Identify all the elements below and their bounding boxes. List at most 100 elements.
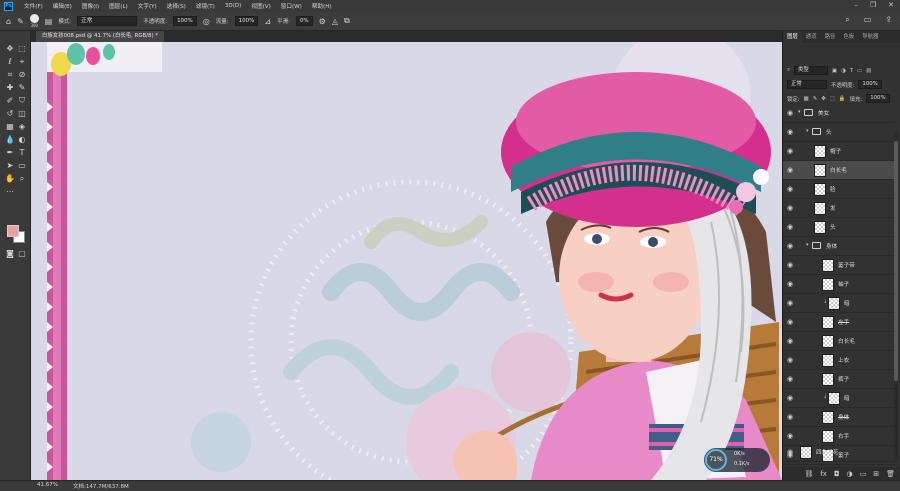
layer-row[interactable]: ◉ ▾ 头 bbox=[783, 123, 895, 142]
filter-shape-icon[interactable]: ▭ bbox=[857, 68, 862, 74]
opacity-pressure-icon[interactable]: ◎ bbox=[203, 17, 210, 26]
smoothing-input[interactable]: 0% bbox=[295, 16, 313, 26]
shape-tool-icon[interactable]: ▭ bbox=[17, 161, 27, 171]
more-tools-icon[interactable]: ⋯ bbox=[5, 187, 15, 197]
chevron-down-icon[interactable]: ▾ bbox=[806, 128, 809, 134]
eraser-tool-icon[interactable]: ◫ bbox=[17, 109, 27, 119]
flow-input[interactable]: 100% bbox=[234, 16, 259, 26]
foreground-color-swatch[interactable] bbox=[7, 225, 19, 237]
home-icon[interactable]: ⌂ bbox=[6, 17, 11, 26]
eyedropper-tool-icon[interactable]: ⊘ bbox=[17, 70, 27, 80]
layer-row[interactable]: ◉ 头 bbox=[783, 218, 895, 237]
minimize-icon[interactable]: – bbox=[854, 1, 858, 9]
lasso-tool-icon[interactable]: ℓ bbox=[5, 57, 15, 67]
layer-row[interactable]: ◉ 发 bbox=[783, 199, 895, 218]
layer-row-selected[interactable]: ◉ 白长毛 bbox=[783, 161, 895, 180]
fx-icon[interactable]: fx bbox=[820, 470, 827, 478]
visibility-eye-icon[interactable]: ◉ bbox=[787, 128, 793, 136]
brush-tool-icon[interactable]: ✎ bbox=[17, 83, 27, 93]
filter-smart-icon[interactable]: ▤ bbox=[866, 68, 871, 74]
layer-row[interactable]: ◉ 身体 bbox=[783, 408, 895, 427]
visibility-eye-icon[interactable]: ◉ bbox=[787, 223, 793, 231]
visibility-eye-icon[interactable]: ◉ bbox=[787, 166, 793, 174]
new-layer-icon[interactable]: ⊞ bbox=[873, 470, 879, 478]
fill-input[interactable]: 100% bbox=[866, 94, 890, 103]
layers-scrollbar[interactable] bbox=[894, 131, 898, 461]
clone-stamp-tool-icon[interactable]: ⛉ bbox=[17, 96, 27, 106]
menu-window[interactable]: 窗口(W) bbox=[276, 2, 307, 10]
menu-type[interactable]: 文字(Y) bbox=[133, 2, 162, 10]
hand-tool-icon[interactable]: ✋ bbox=[5, 174, 15, 184]
visibility-eye-icon[interactable]: ◉ bbox=[787, 356, 793, 364]
maximize-icon[interactable]: ❐ bbox=[870, 1, 876, 9]
screen-mode-icon[interactable]: ▢ bbox=[17, 249, 27, 259]
mixer-brush-tool-icon[interactable]: ✐ bbox=[5, 96, 15, 106]
visibility-eye-icon[interactable]: ◉ bbox=[787, 185, 793, 193]
chevron-down-icon[interactable]: ▾ bbox=[798, 109, 801, 115]
layer-row[interactable]: ◉ 篓子带 bbox=[783, 256, 895, 275]
visibility-eye-icon[interactable]: ◉ bbox=[787, 204, 793, 212]
layer-row[interactable]: ◉ 左手 bbox=[783, 313, 895, 332]
filter-type-icon[interactable]: T bbox=[850, 68, 853, 74]
brush-settings-icon[interactable]: ▤ bbox=[45, 17, 53, 26]
layer-row[interactable]: ◉ ▾ 身体 bbox=[783, 237, 895, 256]
filter-adjust-icon[interactable]: ◑ bbox=[841, 68, 846, 74]
layer-row[interactable]: ◉ 帽子 bbox=[783, 142, 895, 161]
path-select-tool-icon[interactable]: ➤ bbox=[5, 161, 15, 171]
menu-view[interactable]: 视图(V) bbox=[246, 2, 275, 10]
lock-transparency-icon[interactable]: ▦ bbox=[804, 96, 809, 102]
menu-edit[interactable]: 编辑(E) bbox=[48, 2, 77, 10]
paint-bucket-tool-icon[interactable]: ◈ bbox=[17, 122, 27, 132]
lock-artboard-icon[interactable]: ⬚ bbox=[830, 96, 835, 102]
layer-row[interactable]: ◉ 脸 bbox=[783, 180, 895, 199]
adjustment-layer-icon[interactable]: ◑ bbox=[847, 470, 853, 478]
tab-navigator[interactable]: 导航器 bbox=[858, 31, 882, 43]
type-tool-icon[interactable]: T bbox=[17, 148, 27, 158]
zoom-level[interactable]: 41.67% bbox=[37, 482, 58, 488]
search-icon[interactable]: ⌕ bbox=[845, 15, 849, 25]
brush-tool-icon[interactable]: ✎ bbox=[17, 17, 24, 26]
visibility-eye-icon[interactable]: ◉ bbox=[787, 261, 793, 269]
layer-filter-select[interactable]: 类型 bbox=[794, 66, 829, 75]
opacity-input[interactable]: 100% bbox=[858, 80, 882, 89]
layer-row[interactable]: ◉ ↓ 暗 bbox=[783, 389, 895, 408]
tab-swatches[interactable]: 色板 bbox=[839, 31, 858, 43]
menu-layer[interactable]: 图层(L) bbox=[104, 2, 133, 10]
lock-paint-icon[interactable]: ✎ bbox=[813, 96, 818, 102]
airbrush-icon[interactable]: ⊿ bbox=[264, 17, 271, 26]
layer-row[interactable]: ◉ 上衣 bbox=[783, 351, 895, 370]
tab-channels[interactable]: 通道 bbox=[802, 31, 821, 43]
menu-file[interactable]: 文件(F) bbox=[19, 2, 48, 10]
mode-select[interactable]: 正常 bbox=[77, 16, 138, 26]
visibility-eye-icon[interactable]: ◉ bbox=[787, 413, 793, 421]
menu-image[interactable]: 图像(I) bbox=[77, 2, 104, 10]
move-tool-icon[interactable]: ✥ bbox=[5, 44, 15, 54]
tab-paths[interactable]: 路径 bbox=[821, 31, 840, 43]
visibility-eye-icon[interactable]: ◉ bbox=[787, 147, 793, 155]
crop-tool-icon[interactable]: ⌗ bbox=[5, 70, 15, 80]
new-group-icon[interactable]: ▭ bbox=[860, 470, 867, 478]
menu-filter[interactable]: 滤镜(T) bbox=[191, 2, 220, 10]
lock-all-icon[interactable]: 🔒 bbox=[839, 96, 846, 102]
brush-preset-picker[interactable]: 300 bbox=[29, 14, 39, 28]
workspace-icon[interactable]: ▭ bbox=[864, 15, 872, 25]
visibility-eye-icon[interactable]: ◉ bbox=[787, 318, 793, 326]
smoothing-gear-icon[interactable]: ⚙ bbox=[319, 17, 326, 26]
marquee-tool-icon[interactable]: ⬚ bbox=[17, 44, 27, 54]
visibility-eye-icon[interactable]: ◉ bbox=[787, 109, 793, 117]
share-icon[interactable]: ⇪ bbox=[885, 15, 892, 25]
link-layers-icon[interactable]: ⛓ bbox=[804, 470, 813, 478]
layer-row[interactable]: ◉ 裤子 bbox=[783, 370, 895, 389]
symmetry-icon[interactable]: ⧉ bbox=[344, 16, 350, 26]
lock-position-icon[interactable]: ✥ bbox=[821, 96, 826, 102]
layer-row[interactable]: ◉ 袖子 bbox=[783, 275, 895, 294]
close-icon[interactable]: ✕ bbox=[888, 1, 894, 9]
pen-tool-icon[interactable]: ✒ bbox=[5, 148, 15, 158]
visibility-eye-icon[interactable]: ◉ bbox=[787, 432, 793, 440]
scrollbar-thumb[interactable] bbox=[894, 141, 898, 381]
visibility-eye-icon[interactable]: ◉ bbox=[787, 242, 793, 250]
add-mask-icon[interactable]: ◘ bbox=[834, 470, 840, 478]
visibility-eye-icon[interactable]: ◉ bbox=[787, 299, 793, 307]
visibility-eye-icon[interactable]: ◉ bbox=[787, 280, 793, 288]
blur-tool-icon[interactable]: 💧 bbox=[5, 135, 15, 145]
